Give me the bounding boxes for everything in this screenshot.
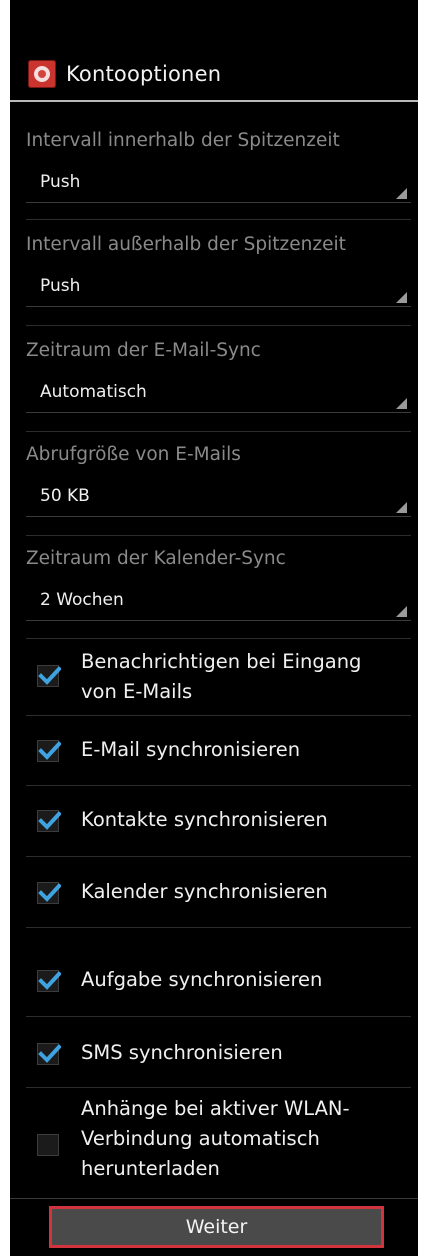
checkmark-icon: [38, 811, 61, 830]
dropdown-triangle-icon: [396, 398, 407, 409]
mail-fetch-size-spinner[interactable]: 50 KB: [26, 482, 411, 517]
calendar-sync-period-spinner[interactable]: 2 Wochen: [26, 586, 411, 621]
checkbox-label: Aufgabe synchronisieren: [81, 968, 323, 991]
checkmark-icon: [38, 883, 61, 902]
checkmark-icon: [38, 666, 61, 685]
checkmark-icon: [38, 741, 61, 760]
checkbox[interactable]: [37, 1043, 61, 1065]
checkbox-label: SMS synchronisieren: [81, 1041, 283, 1064]
checkbox[interactable]: [37, 740, 61, 762]
page-title: Kontooptionen: [66, 62, 222, 86]
offpeak-interval-spinner[interactable]: Push: [26, 272, 411, 307]
checkbox-label: Kontakte synchronisieren: [81, 808, 328, 831]
checkbox[interactable]: [37, 810, 61, 832]
pref-label: Abrufgröße von E-Mails: [26, 444, 241, 465]
checkbox-sync-sms[interactable]: SMS synchronisieren: [10, 1017, 418, 1087]
pref-calendar-sync-period: Zeitraum der Kalender-Sync 2 Wochen: [10, 536, 418, 642]
pref-label: Intervall außerhalb der Spitzenzeit: [26, 234, 346, 255]
checkbox-label: Kalender synchronisieren: [81, 880, 328, 903]
pref-peak-interval: Intervall innerhalb der Spitzenzeit Push: [10, 102, 418, 208]
peak-interval-spinner[interactable]: Push: [26, 168, 411, 203]
checkbox-sync-tasks[interactable]: Aufgabe synchronisieren: [10, 928, 418, 1016]
checkbox[interactable]: [37, 882, 61, 904]
checkbox[interactable]: [37, 665, 61, 687]
checkbox-label: Anhänge bei aktiver WLAN-Verbindung auto…: [81, 1097, 350, 1180]
spinner-value: 50 KB: [40, 486, 90, 506]
checkbox-sync-email[interactable]: E-Mail synchronisieren: [10, 716, 418, 785]
screen: Kontooptionen Intervall innerhalb der Sp…: [10, 0, 418, 1256]
checkbox-label: Benachrichtigen bei Eingang von E-Mails: [81, 650, 362, 703]
checkbox-sync-contacts[interactable]: Kontakte synchronisieren: [10, 786, 418, 856]
mail-app-icon: [28, 60, 56, 88]
mail-sync-period-spinner[interactable]: Automatisch: [26, 378, 411, 413]
pref-label: Zeitraum der Kalender-Sync: [26, 548, 286, 569]
checkmark-icon: [38, 1044, 61, 1063]
dropdown-triangle-icon: [396, 188, 407, 199]
spinner-value: Push: [40, 276, 81, 296]
checkmark-icon: [38, 971, 61, 990]
dropdown-triangle-icon: [396, 292, 407, 303]
dropdown-triangle-icon: [396, 502, 407, 513]
dropdown-triangle-icon: [396, 606, 407, 617]
pref-label: Intervall innerhalb der Spitzenzeit: [26, 130, 340, 151]
checkbox-sync-calendar[interactable]: Kalender synchronisieren: [10, 857, 418, 927]
footer-divider: [10, 1198, 418, 1199]
checkbox-auto-download-attachments-wifi[interactable]: Anhänge bei aktiver WLAN-Verbindung auto…: [10, 1088, 418, 1198]
spinner-value: Automatisch: [40, 382, 147, 402]
pref-mail-fetch-size: Abrufgröße von E-Mails 50 KB: [10, 432, 418, 538]
title-bar: Kontooptionen: [10, 48, 418, 100]
pref-mail-sync-period: Zeitraum der E-Mail-Sync Automatisch: [10, 326, 418, 432]
spinner-value: Push: [40, 172, 81, 192]
checkbox[interactable]: [37, 1134, 59, 1156]
next-button[interactable]: Weiter: [49, 1206, 384, 1248]
spinner-value: 2 Wochen: [40, 590, 124, 610]
checkbox-notify-new-mail[interactable]: Benachrichtigen bei Eingang von E-Mails: [10, 639, 418, 715]
pref-label: Zeitraum der E-Mail-Sync: [26, 340, 261, 361]
checkbox[interactable]: [37, 970, 61, 992]
pref-offpeak-interval: Intervall außerhalb der Spitzenzeit Push: [10, 220, 418, 326]
checkbox-label: E-Mail synchronisieren: [81, 738, 301, 761]
